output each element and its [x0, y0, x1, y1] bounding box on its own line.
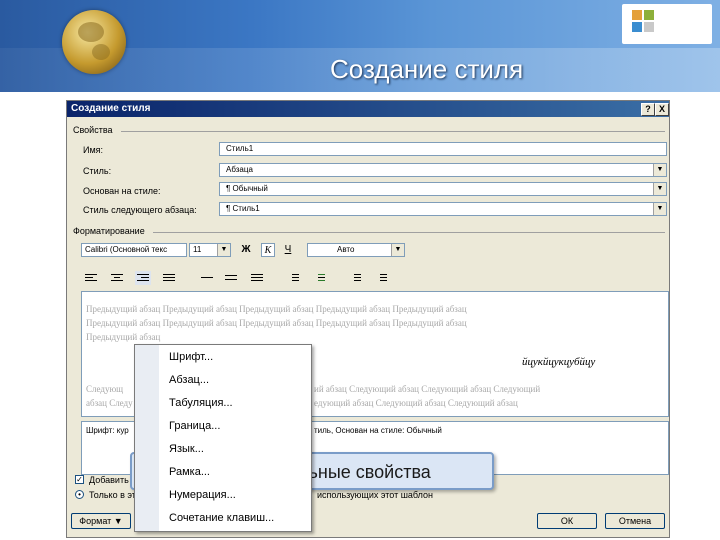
menu-item-shortcut-key[interactable]: Сочетание клавиш... — [169, 512, 274, 524]
preview-next-text: абзац Следу — [86, 398, 133, 408]
menu-item-paragraph[interactable]: Абзац... — [169, 374, 209, 386]
double-spacing-icon[interactable] — [249, 271, 265, 285]
logo-icon — [632, 22, 642, 32]
chevron-down-icon[interactable]: ▼ — [653, 164, 666, 176]
chevron-down-icon[interactable]: ▼ — [391, 244, 404, 256]
style-type-label: Стиль: — [83, 166, 112, 176]
only-this-document-label: Только в эт — [89, 490, 136, 500]
add-to-gallery-label: Добавить — [89, 475, 129, 485]
dialog-title: Создание стиля — [71, 103, 151, 114]
single-spacing-icon[interactable] — [199, 271, 215, 285]
italic-button[interactable]: К — [261, 243, 275, 257]
chevron-down-icon[interactable]: ▼ — [653, 183, 666, 195]
align-center-icon[interactable] — [109, 271, 125, 285]
name-label: Имя: — [83, 145, 104, 155]
preview-sample-text: йцукйцукцубйцу — [522, 356, 596, 368]
next-style-value: ¶ Стиль1 — [226, 204, 260, 213]
properties-group-label: Свойства — [73, 125, 113, 135]
preview-next-text: едующий абзац Следующий абзац Следующий … — [314, 398, 518, 408]
format-button[interactable]: Формат ▼ — [71, 513, 131, 529]
one-half-spacing-icon[interactable] — [223, 271, 239, 285]
chevron-down-icon[interactable]: ▼ — [653, 203, 666, 215]
preview-previous-text: Предыдущий абзац Предыдущий абзац Предыд… — [86, 304, 467, 314]
space-after-icon[interactable] — [311, 271, 327, 285]
menu-item-language[interactable]: Язык... — [169, 443, 204, 455]
menu-item-frame[interactable]: Рамка... — [169, 466, 210, 478]
help-button[interactable]: ? — [641, 103, 655, 116]
color-select[interactable]: Авто ▼ — [307, 243, 405, 257]
align-justify-icon[interactable] — [161, 271, 177, 285]
add-to-gallery-checkbox[interactable]: ✓ — [75, 475, 84, 484]
formatting-group-label: Форматирование — [73, 226, 145, 236]
close-button[interactable]: X — [655, 103, 669, 116]
logo-icon — [632, 10, 642, 20]
preview-next-text: ий абзац Следующий абзац Следующий абзац… — [314, 384, 541, 394]
menu-item-font[interactable]: Шрифт... — [169, 351, 213, 363]
callout-text: льные свойства — [298, 462, 431, 482]
description-text: Шрифт: кур — [86, 426, 129, 435]
based-on-select[interactable]: ¶ Обычный ▼ — [219, 182, 667, 196]
preview-previous-text: Предыдущий абзац — [86, 332, 161, 342]
logo-icon — [644, 10, 654, 20]
font-value: Calibri (Основной текс — [85, 245, 168, 254]
menu-icon-strip — [135, 345, 159, 531]
menu-item-border[interactable]: Граница... — [169, 420, 220, 432]
decrease-indent-icon[interactable] — [347, 271, 363, 285]
menu-item-tabs[interactable]: Табуляция... — [169, 397, 233, 409]
logo-icon — [644, 22, 654, 32]
group-divider — [121, 131, 665, 132]
size-value: 11 — [193, 245, 202, 254]
bold-button[interactable]: Ж — [239, 243, 253, 257]
menu-item-numbering[interactable]: Нумерация... — [169, 489, 236, 501]
template-option-label: использующих этот шаблон — [317, 490, 434, 500]
next-style-select[interactable]: ¶ Стиль1 ▼ — [219, 202, 667, 216]
font-select[interactable]: Calibri (Основной текс — [81, 243, 187, 257]
align-right-icon[interactable] — [135, 271, 151, 285]
preview-next-text: Следующ — [86, 384, 124, 394]
description-text: тиль, Основан на стиле: Обычный — [314, 426, 442, 435]
next-style-label: Стиль следующего абзаца: — [83, 205, 197, 215]
format-context-menu: Шрифт... Абзац... Табуляция... Граница..… — [134, 344, 312, 532]
only-this-document-radio[interactable]: • — [75, 490, 84, 499]
dialog-titlebar — [67, 101, 669, 117]
group-divider — [153, 232, 665, 233]
align-left-icon[interactable] — [83, 271, 99, 285]
based-on-value: ¶ Обычный — [226, 184, 268, 193]
cancel-button[interactable]: Отмена — [605, 513, 665, 529]
based-on-label: Основан на стиле: — [83, 186, 161, 196]
style-type-select[interactable]: Абзаца ▼ — [219, 163, 667, 177]
chevron-down-icon[interactable]: ▼ — [217, 244, 230, 256]
ok-button[interactable]: ОК — [537, 513, 597, 529]
space-before-icon[interactable] — [285, 271, 301, 285]
name-input[interactable]: Стиль1 — [219, 142, 667, 156]
preview-previous-text: Предыдущий абзац Предыдущий абзац Предыд… — [86, 318, 467, 328]
style-type-value: Абзаца — [226, 165, 253, 174]
underline-button[interactable]: Ч — [281, 243, 295, 257]
color-value: Авто — [337, 245, 355, 254]
globe-icon — [62, 10, 126, 74]
increase-indent-icon[interactable] — [373, 271, 389, 285]
slide-title: Создание стиля — [330, 54, 524, 84]
size-select[interactable]: 11 ▼ — [189, 243, 231, 257]
